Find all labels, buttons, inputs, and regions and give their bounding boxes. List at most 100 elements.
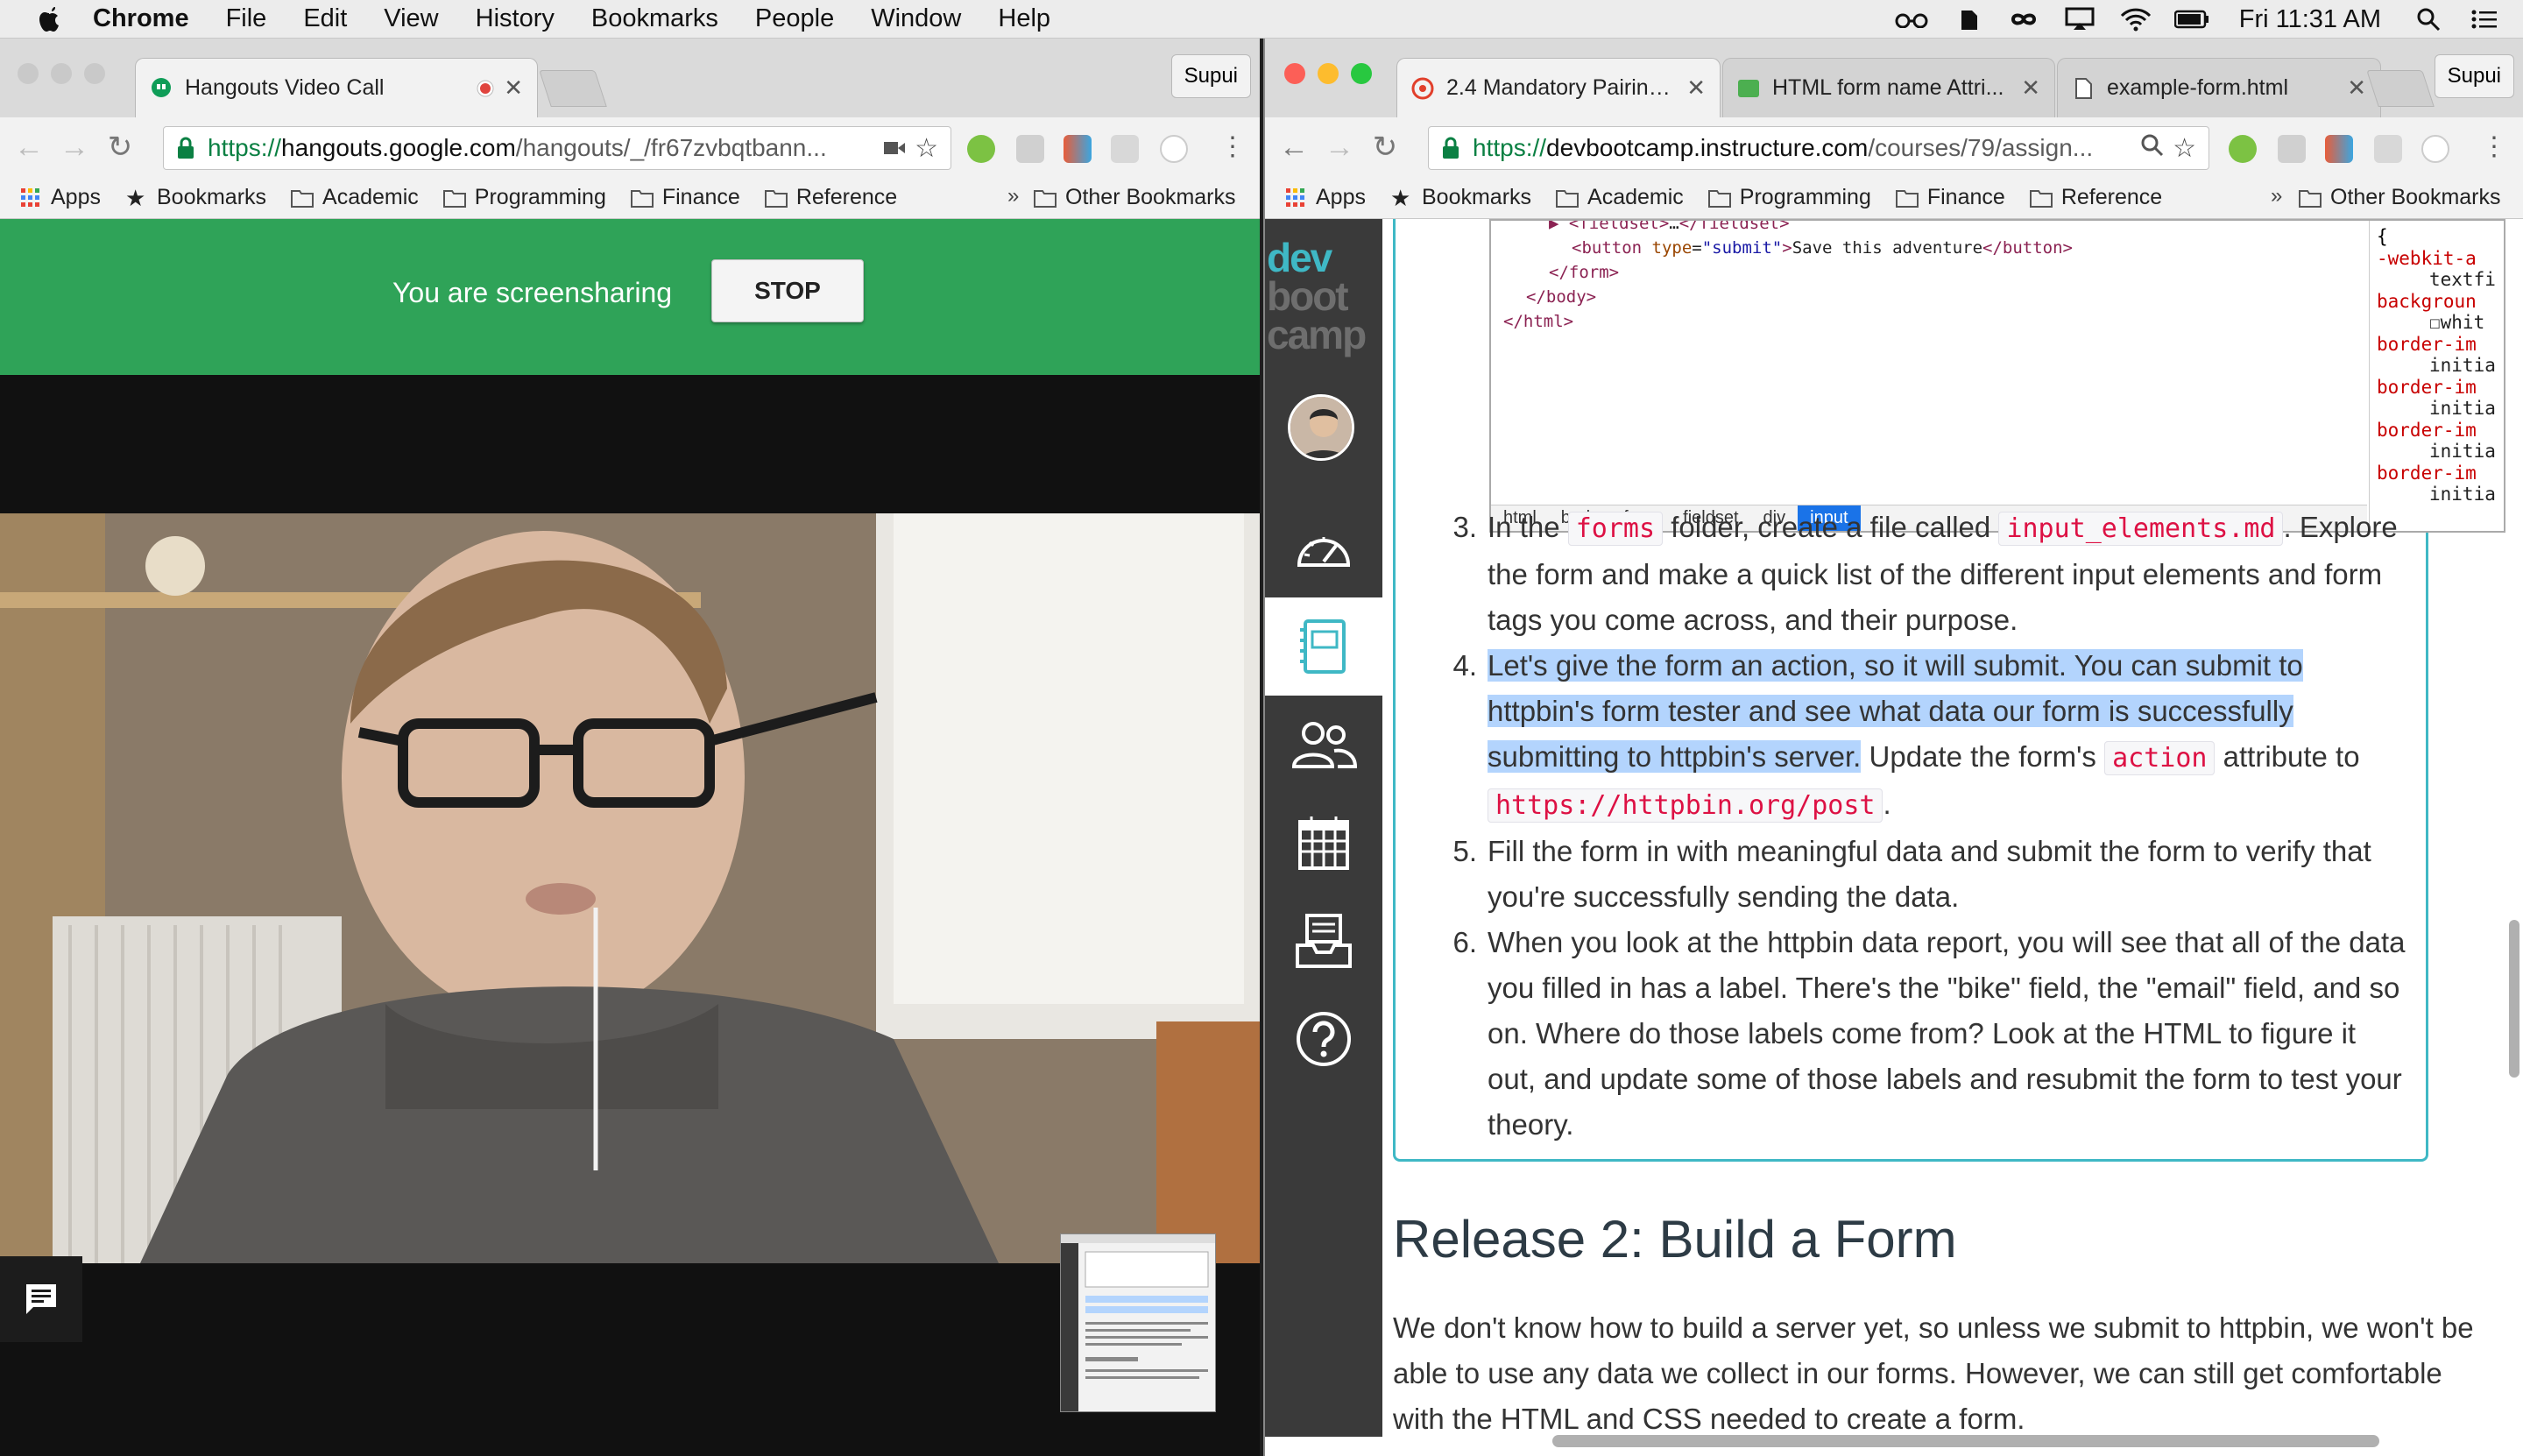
bookmark-apps[interactable]: Apps bbox=[19, 185, 101, 210]
bookmark-reference[interactable]: Reference bbox=[2029, 185, 2162, 210]
new-tab-button[interactable] bbox=[2366, 70, 2435, 107]
devtools-code-line[interactable]: </html> bbox=[1503, 312, 1573, 331]
account-avatar[interactable] bbox=[1288, 394, 1354, 461]
bookmarks-overflow-chevron[interactable]: » bbox=[2271, 184, 2282, 209]
menubar-clock[interactable]: Fri 11:31 AM bbox=[2239, 5, 2381, 34]
spotlight-search-icon[interactable] bbox=[2411, 6, 2446, 32]
infinity-icon[interactable] bbox=[2006, 6, 2041, 32]
list-text: . bbox=[1883, 788, 1891, 820]
airplay-icon[interactable] bbox=[2062, 6, 2097, 32]
address-bar[interactable]: https://hangouts.google.com/hangouts/_/f… bbox=[163, 126, 951, 170]
screenshare-preview-thumbnail[interactable] bbox=[1060, 1233, 1216, 1412]
participant-video-image bbox=[0, 513, 1260, 1263]
stop-screenshare-button[interactable]: STOP bbox=[711, 259, 864, 322]
forward-arrow-icon[interactable]: → bbox=[58, 131, 91, 164]
address-bar[interactable]: https://devbootcamp.instructure.com/cour… bbox=[1428, 126, 2209, 170]
menu-help[interactable]: Help bbox=[998, 4, 1050, 33]
instructions-list: 3. In the forms folder, create a file cal… bbox=[1435, 505, 2407, 1148]
devtools-code-line[interactable]: <button type="submit">Save this adventur… bbox=[1572, 238, 2073, 258]
bookmark-programming[interactable]: Programming bbox=[1707, 185, 1871, 210]
nav-courses[interactable] bbox=[1265, 597, 1382, 696]
bookmark-reference[interactable]: Reference bbox=[764, 185, 897, 210]
notification-center-icon[interactable] bbox=[2467, 6, 2502, 32]
zoom-icon[interactable] bbox=[2141, 134, 2164, 163]
back-arrow-icon[interactable]: ← bbox=[12, 131, 46, 164]
extension-grey-icon[interactable] bbox=[1016, 135, 1044, 163]
list-text: In the bbox=[1488, 511, 1568, 543]
forward-arrow-icon[interactable]: → bbox=[1323, 131, 1356, 164]
nav-dashboard[interactable] bbox=[1265, 499, 1382, 597]
bookmark-other-bookmarks[interactable]: Other Bookmarks bbox=[2299, 185, 2501, 210]
tab-close-icon[interactable]: ✕ bbox=[504, 74, 523, 102]
devtools-code-line[interactable]: </body> bbox=[1526, 287, 1596, 307]
extension-green-icon[interactable] bbox=[967, 135, 995, 163]
back-arrow-icon[interactable]: ← bbox=[1277, 131, 1311, 164]
menu-history[interactable]: History bbox=[476, 4, 555, 33]
extension-color-icon[interactable] bbox=[2325, 135, 2353, 163]
tab-html-form-name[interactable]: HTML form name Attri... ✕ bbox=[1722, 58, 2055, 117]
close-window-button[interactable] bbox=[1284, 63, 1305, 84]
tab-close-icon[interactable]: ✕ bbox=[1686, 74, 1706, 102]
extension-d-icon[interactable] bbox=[1111, 135, 1139, 163]
chrome-menu-icon[interactable]: ⋮ bbox=[1219, 131, 1246, 162]
bookmark-star-icon[interactable]: ☆ bbox=[915, 133, 938, 164]
wifi-icon[interactable] bbox=[2118, 6, 2153, 32]
close-window-button[interactable] bbox=[18, 63, 39, 84]
vertical-scrollbar[interactable] bbox=[2509, 920, 2519, 1078]
menu-people[interactable]: People bbox=[755, 4, 834, 33]
zoom-window-button[interactable] bbox=[1351, 63, 1372, 84]
bookmark-finance[interactable]: Finance bbox=[630, 185, 740, 210]
devtools-code-line[interactable]: ▶ <fieldset>…</fieldset> bbox=[1549, 221, 1790, 233]
tab-example-form[interactable]: example-form.html ✕ bbox=[2057, 58, 2381, 117]
nav-calendar[interactable] bbox=[1265, 794, 1382, 892]
camera-icon[interactable] bbox=[883, 134, 906, 162]
tab-mandatory-pairing[interactable]: 2.4 Mandatory Pairing: ... ✕ bbox=[1396, 58, 1721, 117]
menu-view[interactable]: View bbox=[384, 4, 438, 33]
tab-close-icon[interactable]: ✕ bbox=[2021, 74, 2040, 102]
bookmark-bookmarks[interactable]: ★ Bookmarks bbox=[1390, 185, 1531, 210]
nav-inbox[interactable] bbox=[1265, 892, 1382, 990]
menu-bookmarks[interactable]: Bookmarks bbox=[591, 4, 718, 33]
extension-green-icon[interactable] bbox=[2229, 135, 2257, 163]
nav-help[interactable] bbox=[1265, 990, 1382, 1088]
zoom-window-button[interactable] bbox=[84, 63, 105, 84]
chat-toggle-button[interactable] bbox=[0, 1256, 82, 1342]
bookmark-star-icon[interactable]: ☆ bbox=[2173, 133, 2196, 164]
bookmark-other-bookmarks[interactable]: Other Bookmarks bbox=[1034, 185, 1236, 210]
bookmarks-overflow-chevron[interactable]: » bbox=[1007, 184, 1019, 209]
profile-button[interactable]: Supui bbox=[2434, 54, 2514, 98]
minimize-window-button[interactable] bbox=[1318, 63, 1339, 84]
apple-icon[interactable] bbox=[37, 4, 63, 34]
devbootcamp-logo[interactable]: dev boot camp bbox=[1267, 237, 1381, 355]
chrome-menu-icon[interactable]: ⋮ bbox=[2481, 131, 2507, 162]
glasses-icon[interactable] bbox=[1894, 6, 1929, 32]
extension-circle-icon[interactable] bbox=[2421, 135, 2449, 163]
bookmark-apps[interactable]: Apps bbox=[1284, 185, 1366, 210]
bookmark-finance[interactable]: Finance bbox=[1895, 185, 2005, 210]
tab-hangouts[interactable]: Hangouts Video Call ✕ bbox=[135, 58, 538, 117]
extension-grey-icon[interactable] bbox=[2278, 135, 2306, 163]
menu-edit[interactable]: Edit bbox=[303, 4, 347, 33]
battery-icon[interactable] bbox=[2173, 6, 2209, 32]
devtools-code-line[interactable]: </form> bbox=[1549, 263, 1619, 282]
reload-icon[interactable]: ↻ bbox=[1368, 131, 1402, 164]
css-value: initia bbox=[2429, 355, 2496, 376]
nav-groups[interactable] bbox=[1265, 696, 1382, 794]
minimize-window-button[interactable] bbox=[51, 63, 72, 84]
new-tab-button[interactable] bbox=[539, 70, 607, 107]
extension-circle-icon[interactable] bbox=[1160, 135, 1188, 163]
menu-app-name[interactable]: Chrome bbox=[93, 4, 189, 33]
reload-icon[interactable]: ↻ bbox=[103, 131, 137, 164]
tab-close-icon[interactable]: ✕ bbox=[2347, 74, 2366, 102]
extension-d-icon[interactable] bbox=[2374, 135, 2402, 163]
menu-window[interactable]: Window bbox=[871, 4, 961, 33]
bookmark-academic[interactable]: Academic bbox=[1556, 185, 1684, 210]
bookmark-academic[interactable]: Academic bbox=[291, 185, 419, 210]
bookmark-programming[interactable]: Programming bbox=[442, 185, 606, 210]
extension-color-icon[interactable] bbox=[1064, 135, 1092, 163]
evernote-icon[interactable] bbox=[1950, 6, 1985, 32]
profile-button[interactable]: Supui bbox=[1170, 54, 1251, 98]
horizontal-scrollbar[interactable] bbox=[1552, 1435, 2379, 1447]
menu-file[interactable]: File bbox=[226, 4, 267, 33]
bookmark-bookmarks[interactable]: ★ Bookmarks bbox=[125, 185, 266, 210]
